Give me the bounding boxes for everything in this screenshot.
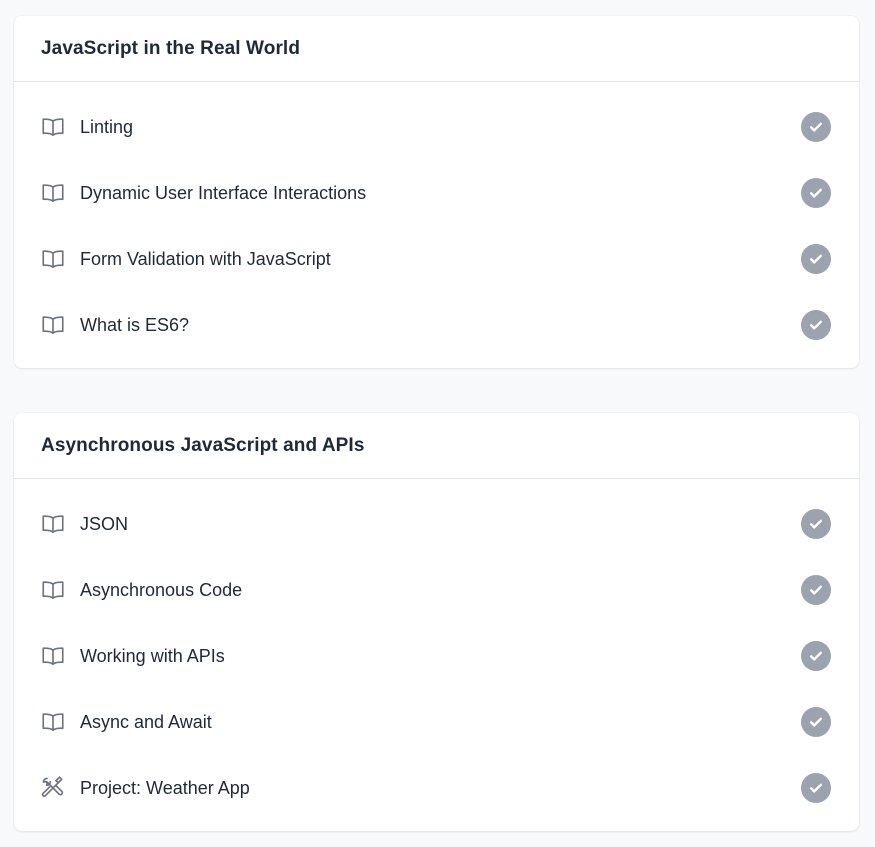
book-open-icon bbox=[40, 577, 66, 603]
course-section-card: Asynchronous JavaScript and APIs JSON As… bbox=[14, 413, 859, 831]
lesson-item[interactable]: Form Validation with JavaScript bbox=[14, 226, 859, 292]
lesson-list: JSON Asynchronous Code Working with APIs… bbox=[14, 479, 859, 821]
lesson-item[interactable]: Linting bbox=[14, 94, 859, 160]
completed-check-icon[interactable] bbox=[801, 244, 831, 274]
section-title: JavaScript in the Real World bbox=[41, 37, 301, 59]
completed-check-icon[interactable] bbox=[801, 575, 831, 605]
lesson-title: Project: Weather App bbox=[80, 777, 250, 798]
lesson-item[interactable]: Dynamic User Interface Interactions bbox=[14, 160, 859, 226]
lesson-item[interactable]: What is ES6? bbox=[14, 292, 859, 358]
lesson-title: Form Validation with JavaScript bbox=[80, 248, 331, 269]
completed-check-icon[interactable] bbox=[801, 178, 831, 208]
book-open-icon bbox=[40, 709, 66, 735]
lesson-item[interactable]: Working with APIs bbox=[14, 623, 859, 689]
section-header: Asynchronous JavaScript and APIs bbox=[14, 413, 859, 479]
section-header: JavaScript in the Real World bbox=[14, 16, 859, 82]
book-open-icon bbox=[40, 643, 66, 669]
book-open-icon bbox=[40, 114, 66, 140]
lesson-item[interactable]: Project: Weather App bbox=[14, 755, 859, 821]
book-open-icon bbox=[40, 511, 66, 537]
lesson-title: Working with APIs bbox=[80, 645, 225, 666]
lesson-list: Linting Dynamic User Interface Interacti… bbox=[14, 82, 859, 358]
book-open-icon bbox=[40, 180, 66, 206]
completed-check-icon[interactable] bbox=[801, 641, 831, 671]
course-section-card: JavaScript in the Real World Linting Dyn… bbox=[14, 16, 859, 368]
wrench-screwdriver-icon bbox=[40, 775, 66, 801]
book-open-icon bbox=[40, 246, 66, 272]
completed-check-icon[interactable] bbox=[801, 707, 831, 737]
lesson-title: Dynamic User Interface Interactions bbox=[80, 182, 367, 203]
lesson-title: JSON bbox=[80, 513, 129, 534]
section-title: Asynchronous JavaScript and APIs bbox=[41, 434, 365, 456]
completed-check-icon[interactable] bbox=[801, 112, 831, 142]
lesson-title: Asynchronous Code bbox=[80, 579, 243, 600]
lesson-title: Linting bbox=[80, 116, 134, 137]
lesson-item[interactable]: JSON bbox=[14, 491, 859, 557]
lesson-title: What is ES6? bbox=[80, 314, 190, 335]
lesson-item[interactable]: Asynchronous Code bbox=[14, 557, 859, 623]
completed-check-icon[interactable] bbox=[801, 773, 831, 803]
lesson-title: Async and Await bbox=[80, 711, 212, 732]
completed-check-icon[interactable] bbox=[801, 509, 831, 539]
book-open-icon bbox=[40, 312, 66, 338]
completed-check-icon[interactable] bbox=[801, 310, 831, 340]
lesson-item[interactable]: Async and Await bbox=[14, 689, 859, 755]
